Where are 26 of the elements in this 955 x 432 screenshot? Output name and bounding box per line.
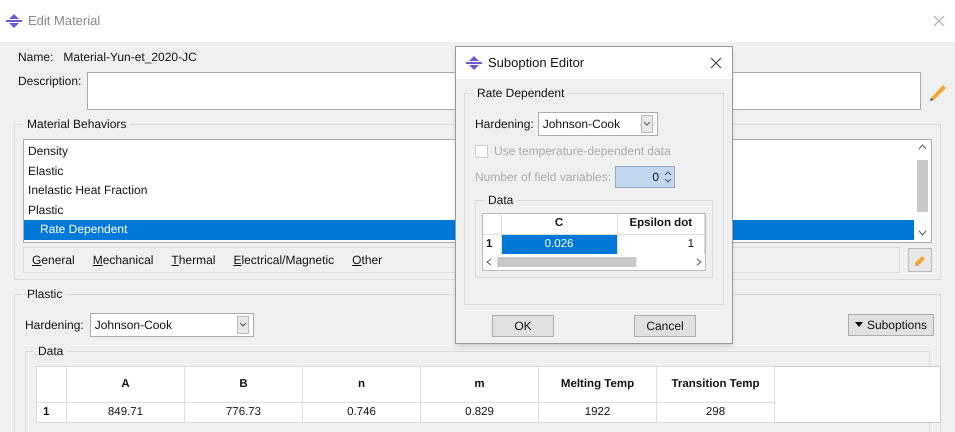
table-cell: 849.71	[66, 402, 184, 422]
group-title: Rate Dependent	[473, 85, 568, 101]
material-name: Material-Yun-et_2020-JC	[63, 49, 197, 66]
dialog-title: Suboption Editor	[488, 54, 584, 72]
column-header: m	[474, 378, 485, 390]
field-label: Hardening:	[475, 116, 534, 133]
table-cell: 0.746	[302, 402, 420, 422]
row-number: 1	[486, 238, 492, 250]
column-header: A	[121, 378, 130, 390]
column-header: Transition Temp	[672, 378, 760, 390]
field-label: Hardening:	[25, 317, 84, 334]
checkbox-label: Use temperature-dependent data	[494, 143, 671, 160]
column-header: Epsilon dot	[629, 217, 692, 230]
field-label: Number of field variables:	[475, 169, 612, 186]
window-title: Edit Material	[28, 12, 100, 30]
field-label: Name:	[18, 49, 54, 66]
field-label: Description:	[18, 73, 82, 90]
column-header: C	[554, 217, 564, 230]
table-cell: 1922	[538, 402, 656, 422]
table-cell: 0.829	[420, 402, 538, 422]
table-cell: 776.73	[184, 402, 302, 422]
column-header: n	[358, 378, 366, 390]
column-header: B	[239, 378, 248, 390]
row-number: 1	[43, 406, 50, 418]
column-header: Melting Temp	[560, 378, 634, 390]
table-cell: 298	[656, 402, 774, 422]
